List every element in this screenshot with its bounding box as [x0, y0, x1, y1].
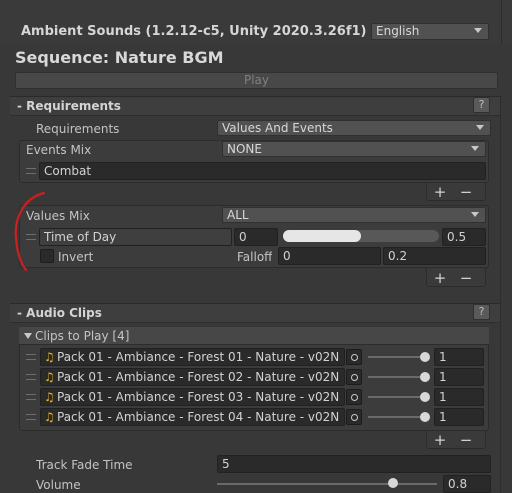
- object-picker-icon[interactable]: [346, 389, 362, 405]
- requirements-dropdown-value: Values And Events: [222, 121, 333, 135]
- clip-volume-field[interactable]: 1: [434, 408, 484, 426]
- language-dropdown[interactable]: English: [371, 23, 489, 40]
- values-mix-dropdown[interactable]: ALL: [222, 207, 486, 223]
- requirements-dropdown[interactable]: Values And Events: [217, 120, 491, 136]
- volume-slider-knob[interactable]: [388, 478, 398, 488]
- chevron-down-icon: [474, 28, 482, 33]
- clip-volume-field[interactable]: 1: [434, 368, 484, 386]
- music-note-icon: ♫: [44, 370, 55, 384]
- drag-handle-icon[interactable]: [26, 394, 36, 400]
- clips-list-label: Clips to Play [4]: [35, 329, 130, 343]
- language-value: English: [376, 24, 420, 38]
- clip-object-field[interactable]: ♫ Pack 01 - Ambiance - Forest 01 - Natur…: [40, 348, 345, 366]
- sequence-title: Sequence: Nature BGM: [15, 48, 224, 67]
- clip-object-field[interactable]: ♫ Pack 01 - Ambiance - Forest 02 - Natur…: [40, 368, 345, 386]
- falloff-min-field[interactable]: 0: [278, 247, 381, 265]
- clip-object-field[interactable]: ♫ Pack 01 - Ambiance - Forest 03 - Natur…: [40, 388, 345, 406]
- drag-handle-icon[interactable]: [26, 414, 36, 420]
- clip-name: Pack 01 - Ambiance - Forest 03 - Nature …: [57, 390, 340, 404]
- object-picker-icon[interactable]: [346, 349, 362, 365]
- clip-object-field[interactable]: ♫ Pack 01 - Ambiance - Forest 04 - Natur…: [40, 408, 345, 426]
- music-note-icon: ♫: [44, 350, 55, 364]
- invert-label: Invert: [58, 250, 94, 264]
- value-range-fill[interactable]: [283, 230, 361, 242]
- value-range-slider[interactable]: [283, 230, 439, 242]
- chevron-down-icon: [471, 146, 479, 151]
- track-fade-label: Track Fade Time: [36, 458, 133, 472]
- music-note-icon: ♫: [44, 410, 55, 424]
- chevron-down-icon: [476, 125, 484, 130]
- clips-remove-button[interactable]: −: [458, 433, 474, 448]
- triangle-down-icon[interactable]: [24, 333, 32, 339]
- events-remove-button[interactable]: −: [458, 185, 474, 200]
- value-max-field[interactable]: 0.5: [442, 228, 486, 246]
- clip-volume-track[interactable]: [368, 356, 428, 358]
- clip-volume-track[interactable]: [368, 416, 428, 418]
- clip-name: Pack 01 - Ambiance - Forest 02 - Nature …: [57, 370, 340, 384]
- falloff-label: Falloff: [237, 250, 273, 264]
- values-remove-button[interactable]: −: [458, 271, 474, 286]
- drag-handle-icon[interactable]: [26, 374, 36, 380]
- clip-volume-knob[interactable]: [420, 372, 430, 382]
- clip-volume-field[interactable]: 1: [434, 348, 484, 366]
- window-title: Ambient Sounds (1.2.12-c5, Unity 2020.3.…: [21, 24, 367, 39]
- clip-volume-knob[interactable]: [420, 412, 430, 422]
- volume-label: Volume: [36, 478, 81, 492]
- clip-volume-track[interactable]: [368, 376, 428, 378]
- falloff-max-field[interactable]: 0.2: [383, 247, 486, 265]
- divider: [501, 0, 502, 44]
- audio-clips-help-button[interactable]: ?: [473, 304, 490, 320]
- value-min-field[interactable]: 0: [234, 228, 278, 246]
- music-note-icon: ♫: [44, 390, 55, 404]
- play-button[interactable]: Play: [15, 72, 498, 89]
- right-divider: [500, 96, 501, 493]
- chevron-down-icon: [471, 212, 479, 217]
- drag-handle-icon[interactable]: [26, 168, 36, 174]
- events-mix-label: Events Mix: [26, 143, 92, 157]
- requirements-help-button[interactable]: ?: [473, 97, 490, 113]
- clip-volume-knob[interactable]: [420, 352, 430, 362]
- clips-add-button[interactable]: +: [432, 433, 448, 448]
- volume-field[interactable]: 0.8: [443, 475, 491, 493]
- events-add-button[interactable]: +: [432, 185, 448, 200]
- volume-slider-track[interactable]: [217, 483, 437, 485]
- clip-name: Pack 01 - Ambiance - Forest 04 - Nature …: [57, 410, 340, 424]
- track-fade-field[interactable]: 5: [217, 455, 491, 473]
- drag-handle-icon[interactable]: [26, 354, 36, 360]
- red-annotation-mark: [14, 191, 46, 272]
- clip-volume-knob[interactable]: [420, 392, 430, 402]
- object-picker-icon[interactable]: [346, 369, 362, 385]
- requirements-label: Requirements: [36, 122, 120, 136]
- events-mix-dropdown[interactable]: NONE: [222, 141, 486, 157]
- values-add-button[interactable]: +: [432, 271, 448, 286]
- value-name-field[interactable]: Time of Day: [39, 228, 232, 246]
- object-picker-icon[interactable]: [346, 409, 362, 425]
- clip-volume-field[interactable]: 1: [434, 388, 484, 406]
- clip-volume-track[interactable]: [368, 396, 428, 398]
- values-mix-value: ALL: [227, 208, 249, 222]
- audio-clips-header-label: - Audio Clips: [17, 306, 102, 320]
- event-item-field[interactable]: Combat: [39, 162, 486, 180]
- requirements-header-label: - Requirements: [17, 99, 121, 113]
- events-mix-value: NONE: [227, 142, 262, 156]
- clip-name: Pack 01 - Ambiance - Forest 01 - Nature …: [57, 350, 340, 364]
